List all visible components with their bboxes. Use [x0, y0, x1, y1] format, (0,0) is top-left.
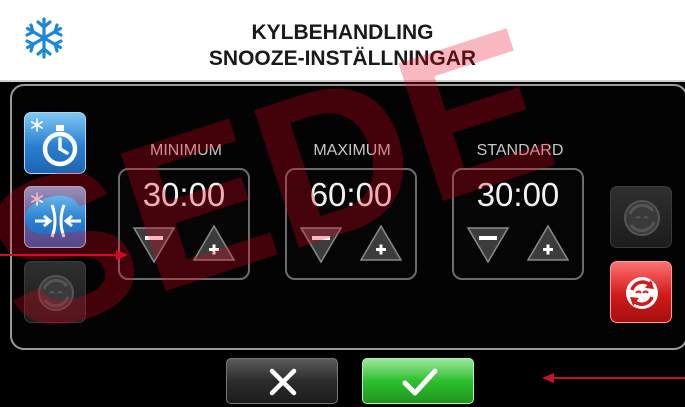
minimum-label: MINIMUM	[150, 142, 222, 159]
snowflake-compress-icon	[31, 192, 81, 238]
annotation-arrow-right	[542, 373, 685, 383]
standard-setting-box: 30:00	[452, 168, 584, 280]
confirm-button[interactable]	[362, 358, 474, 404]
minus-icon	[479, 236, 497, 240]
minimum-value: 30:00	[142, 176, 226, 213]
cooling-compress-button[interactable]	[24, 186, 86, 248]
maximum-decrease-button[interactable]	[299, 222, 343, 266]
close-icon	[269, 368, 297, 396]
page-title: KYLBEHANDLING	[251, 21, 434, 44]
standard-label: STANDARD	[476, 142, 564, 159]
cooling-timer-button[interactable]	[24, 112, 86, 174]
cancel-button[interactable]	[226, 358, 338, 404]
standard-value: 30:00	[476, 176, 560, 213]
snooze-button-right[interactable]	[610, 186, 672, 248]
maximum-label: MAXIMUM	[313, 142, 391, 159]
minimum-setting-box: 30:00	[118, 168, 250, 280]
maximum-setting-box: 60:00	[285, 168, 417, 280]
snooze-cycle-icon	[38, 275, 74, 311]
minimum-increase-button[interactable]	[192, 222, 236, 266]
snowflake-timer-icon	[31, 118, 78, 167]
header-bar: KYLBEHANDLING SNOOZE-INSTÄLLNINGAR	[0, 0, 685, 82]
snooze-reset-button[interactable]	[610, 261, 672, 323]
minimum-decrease-button[interactable]	[132, 222, 176, 266]
page-subtitle: SNOOZE-INSTÄLLNINGAR	[208, 47, 477, 70]
standard-increase-button[interactable]	[526, 222, 570, 266]
maximum-increase-button[interactable]	[359, 222, 403, 266]
minus-icon	[145, 236, 163, 240]
snooze-button-left[interactable]	[24, 261, 86, 323]
minus-icon	[312, 236, 330, 240]
standard-decrease-button[interactable]	[466, 222, 510, 266]
snooze-cycle-icon	[624, 200, 660, 236]
checkmark-icon	[402, 368, 438, 396]
snooze-reset-icon	[626, 277, 658, 309]
maximum-value: 60:00	[309, 176, 393, 213]
